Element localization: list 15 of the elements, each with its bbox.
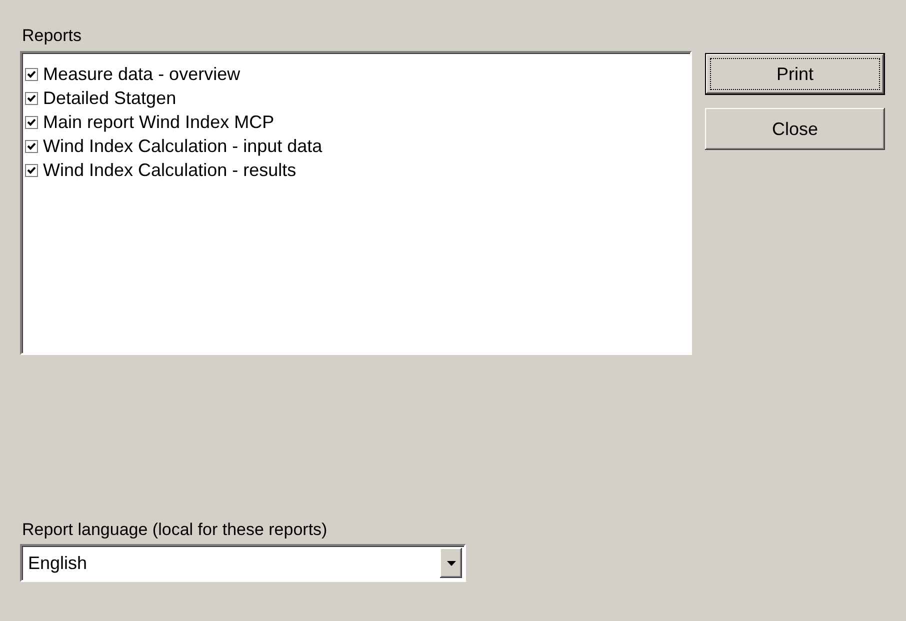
report-item-label[interactable]: Wind Index Calculation - input data [43, 136, 322, 156]
checkbox[interactable] [25, 116, 38, 128]
report-item-label[interactable]: Main report Wind Index MCP [43, 112, 274, 132]
reports-label: Reports [21, 26, 83, 46]
print-button[interactable]: Print [705, 53, 885, 95]
report-item-label[interactable]: Detailed Statgen [43, 88, 176, 108]
checkbox[interactable] [25, 164, 38, 176]
checkbox[interactable] [25, 140, 38, 152]
close-button[interactable]: Close [705, 108, 885, 150]
checkbox[interactable] [25, 68, 38, 80]
language-dropdown[interactable]: English [20, 544, 466, 582]
checkbox[interactable] [25, 92, 38, 104]
language-label: Report language (local for these reports) [21, 520, 328, 540]
report-item-label[interactable]: Wind Index Calculation - results [43, 160, 296, 180]
report-item-label[interactable]: Measure data - overview [43, 64, 240, 84]
